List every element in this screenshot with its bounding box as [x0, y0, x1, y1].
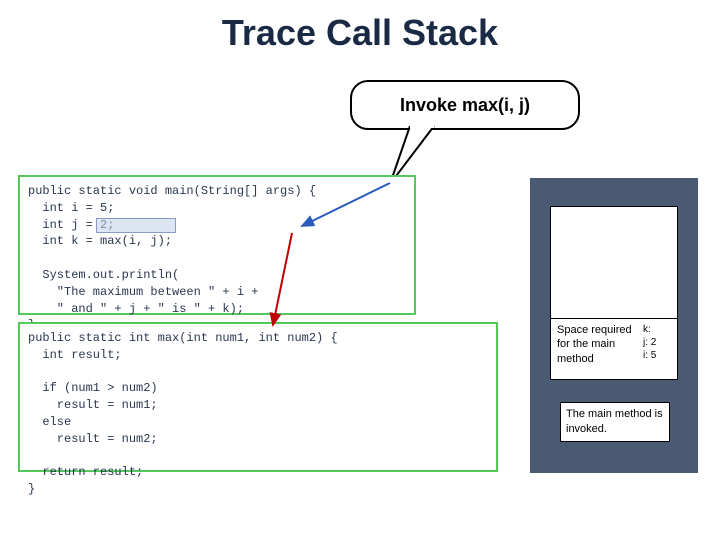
- stack-frame-vars: k: j: 2 i: 5: [643, 323, 671, 375]
- code-highlight: [96, 218, 176, 233]
- callout-text: Invoke max(i, j): [400, 95, 530, 116]
- callout-bubble: Invoke max(i, j): [350, 80, 580, 130]
- code-max-method: public static int max(int num1, int num2…: [18, 322, 498, 472]
- slide-title: Trace Call Stack: [0, 12, 720, 54]
- stack-frame-label: Space required for the main method: [557, 323, 643, 375]
- stack-frame-main: Space required for the main method k: j:…: [550, 318, 678, 380]
- stack-note: The main method is invoked.: [560, 402, 670, 442]
- code-main-method: public static void main(String[] args) {…: [18, 175, 416, 315]
- call-stack-panel: Space required for the main method k: j:…: [530, 178, 698, 473]
